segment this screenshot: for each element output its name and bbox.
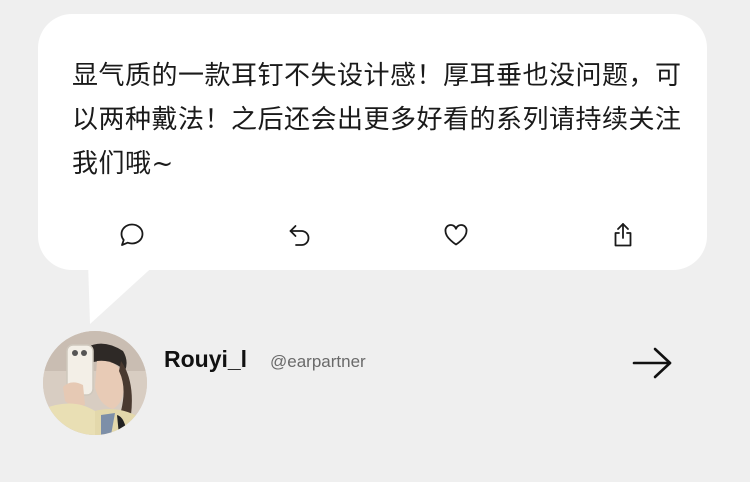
username[interactable]: Rouyi_l (164, 346, 247, 373)
comment-button[interactable] (116, 219, 148, 251)
like-button[interactable] (440, 219, 472, 251)
user-handle: @earpartner (270, 352, 366, 371)
share-icon (614, 223, 632, 247)
reply-icon (289, 225, 310, 246)
heart-icon (444, 224, 468, 246)
arrow-right-icon (632, 347, 672, 379)
profile-arrow-button[interactable] (628, 343, 676, 383)
reply-button[interactable] (284, 219, 316, 251)
post-text: 显气质的一款耳钉不失设计感！厚耳垂也没问题，可以两种戴法！之后还会出更多好看的系… (72, 61, 682, 179)
avatar[interactable] (43, 331, 147, 435)
user-photo (43, 331, 147, 435)
comment-icon (120, 223, 144, 246)
bubble-tail (88, 262, 158, 324)
post-bubble: 显气质的一款耳钉不失设计感！厚耳垂也没问题，可以两种戴法！之后还会出更多好看的系… (38, 14, 707, 270)
share-button[interactable] (607, 219, 639, 251)
action-bar (38, 219, 707, 255)
